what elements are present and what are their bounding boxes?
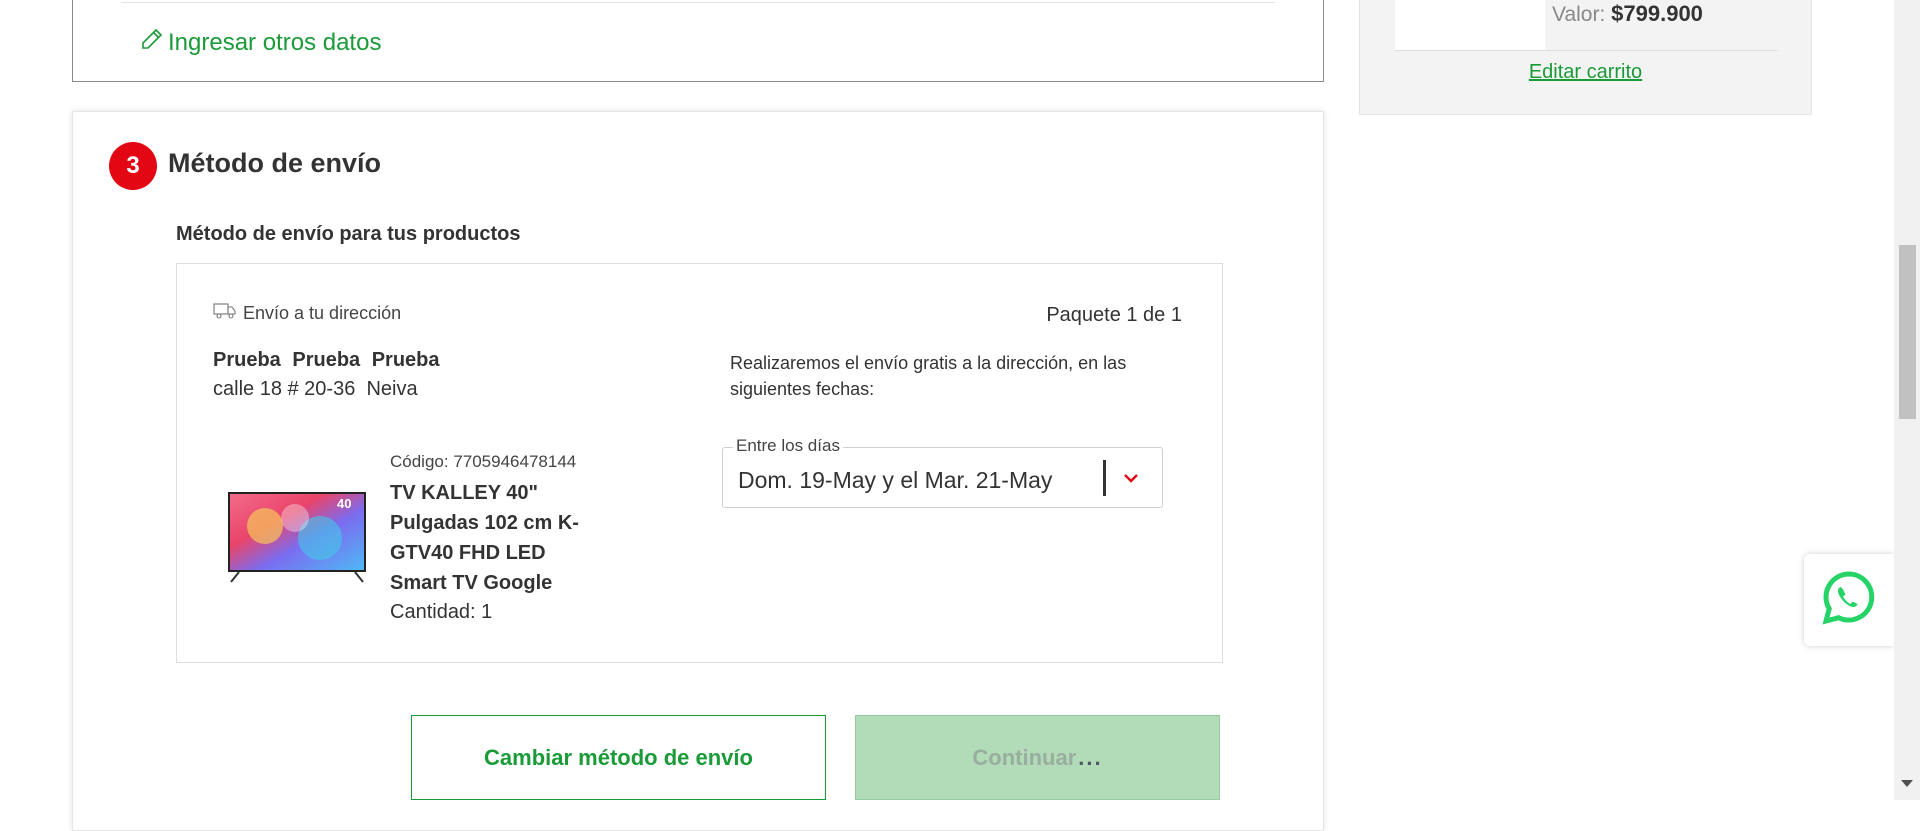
product-image-badge: 40 — [337, 496, 351, 511]
cart-product-image — [1395, 0, 1545, 50]
product-name: TV KALLEY 40" Pulgadas 102 cm K-GTV40 FH… — [390, 482, 579, 594]
address-card: Ingresar otros datos — [72, 0, 1324, 82]
shipping-address: calle 18 # 20-36 Neiva — [213, 378, 418, 400]
ship-type: Envío a tu dirección — [213, 302, 401, 325]
continue-button[interactable]: Continuar ... — [855, 715, 1220, 800]
step-badge: 3 — [109, 142, 157, 190]
shipping-note: Realizaremos el envío gratis a la direcc… — [730, 353, 1127, 399]
other-data-label[interactable]: Ingresar otros datos — [168, 29, 381, 57]
scroll-thumb[interactable] — [1899, 245, 1916, 419]
date-select-value[interactable]: Dom. 19-May y el Mar. 21-May — [738, 467, 1052, 494]
recipient-name: Prueba Prueba Prueba — [213, 349, 440, 371]
product-code: Código: 7705946478144 — [390, 452, 577, 471]
chevron-down-icon[interactable] — [1121, 468, 1141, 488]
package-box: Envío a tu dirección Paquete 1 de 1 Prue… — [176, 263, 1223, 663]
package-count: Paquete 1 de 1 — [1046, 304, 1182, 326]
loading-dots: ... — [1078, 744, 1103, 770]
cart-value: Valor: $799.900 — [1552, 1, 1703, 27]
cart-value-label: Valor: — [1552, 3, 1606, 26]
page-scrollbar[interactable] — [1894, 0, 1920, 800]
shipping-method-card: 3 Método de envío Método de envío para t… — [72, 111, 1324, 831]
ship-type-label: Envío a tu dirección — [243, 303, 402, 323]
edit-cart-link[interactable]: Editar carrito — [1360, 61, 1811, 84]
product-image: 40 — [225, 488, 369, 588]
section-title: Método de envío — [168, 148, 382, 178]
divider — [1395, 50, 1777, 51]
date-select-legend: Entre los días — [733, 436, 843, 456]
cart-value-amount: $799.900 — [1611, 1, 1703, 26]
section-subtitle: Método de envío para tus productos — [176, 223, 521, 245]
product-quantity: Cantidad: 1 — [390, 601, 493, 623]
continue-label[interactable]: Continuar — [972, 745, 1076, 771]
delivery-date-select[interactable]: Entre los días Dom. 19-May y el Mar. 21-… — [722, 436, 1163, 508]
divider — [121, 2, 1275, 3]
change-shipping-method-button[interactable]: Cambiar método de envío — [411, 715, 826, 800]
cart-summary: Valor: $799.900 Editar carrito — [1359, 0, 1812, 115]
select-separator — [1103, 460, 1106, 496]
truck-icon — [213, 302, 237, 325]
whatsapp-icon[interactable] — [1820, 569, 1878, 632]
scroll-down-arrow-icon[interactable] — [1901, 780, 1913, 787]
other-data-link[interactable]: Ingresar otros datos — [140, 27, 381, 58]
pencil-icon — [140, 27, 164, 58]
whatsapp-button[interactable] — [1804, 554, 1894, 646]
